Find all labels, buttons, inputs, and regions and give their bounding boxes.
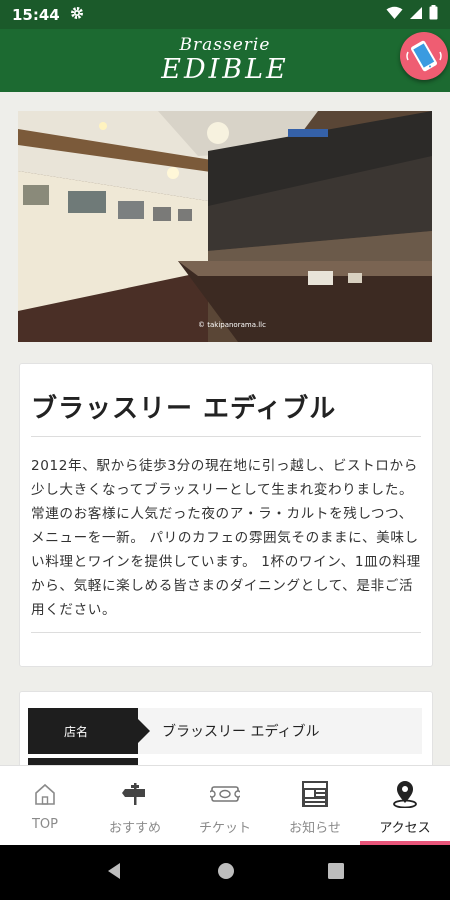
divider [31, 632, 421, 633]
wifi-icon [386, 6, 403, 24]
brand-title: EDIBLE [161, 54, 289, 85]
divider [31, 436, 421, 437]
status-bar: 15:44 [0, 0, 450, 29]
tab-label: TOP [31, 817, 58, 832]
news-icon [300, 779, 330, 809]
signpost-icon [120, 779, 150, 809]
info-value: ブラッスリー エディブル [162, 724, 320, 740]
info-row-next [28, 758, 138, 765]
battery-icon [429, 5, 438, 24]
call-button[interactable] [400, 32, 448, 80]
tab-news[interactable]: お知らせ [270, 766, 360, 845]
status-time: 15:44 [12, 5, 60, 24]
restaurant-name-heading: ブラッスリー エディブル [31, 394, 337, 424]
photo-credit: © takipanorama.llc [198, 321, 266, 329]
app-header: Brasserie EDIBLE [0, 29, 450, 92]
info-label: 店名 [28, 708, 150, 754]
tab-label: お知らせ [289, 821, 341, 836]
restaurant-photo[interactable]: © takipanorama.llc [18, 111, 432, 342]
tab-access[interactable]: アクセス [360, 766, 450, 845]
tab-ticket[interactable]: チケット [180, 766, 270, 845]
intro-text: 2012年、駅から徒歩3分の現在地に引っ越し、ビストロから少し大きくなってブラッ… [31, 458, 421, 618]
intro-card: ブラッスリー エディブル 2012年、駅から徒歩3分の現在地に引っ越し、ビストロ… [19, 363, 433, 667]
tab-recommend[interactable]: おすすめ [90, 766, 180, 845]
back-icon[interactable] [105, 861, 125, 885]
location-pin-icon [390, 779, 420, 809]
tab-label: おすすめ [108, 821, 161, 836]
info-row-name: 店名 ブラッスリー エディブル [28, 708, 422, 754]
info-card: 店名 ブラッスリー エディブル [19, 691, 433, 765]
system-nav-bar [0, 845, 450, 900]
scroll-content[interactable]: © takipanorama.llc ブラッスリー エディブル 2012年、駅か… [0, 92, 450, 765]
tab-label: チケット [198, 821, 251, 836]
settings-icon [70, 6, 84, 24]
recents-icon[interactable] [327, 862, 345, 884]
home-nav-icon[interactable] [216, 861, 236, 885]
ticket-icon [210, 779, 240, 809]
tab-top[interactable]: TOP [0, 766, 90, 845]
brand-subtitle: Brasserie [179, 35, 271, 55]
home-icon [30, 779, 60, 809]
signal-icon [409, 6, 423, 24]
phone-icon [406, 40, 442, 72]
tab-label: アクセス [379, 821, 431, 836]
bottom-tab-bar: TOP おすすめ チケット お知らせ アクセス [0, 765, 450, 845]
